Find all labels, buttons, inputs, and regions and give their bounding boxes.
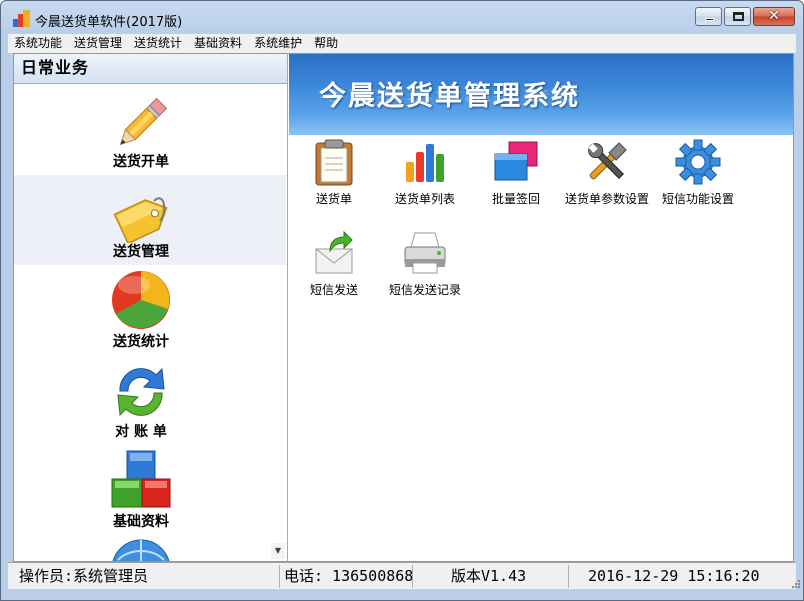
menu-delivery-manage[interactable]: 送货管理: [68, 34, 128, 53]
gear-icon: [675, 139, 721, 185]
maximize-button[interactable]: [724, 7, 751, 26]
func-sms-records[interactable]: 短信发送记录: [370, 229, 480, 305]
nav-item-delivery-stats[interactable]: 送货统计: [14, 265, 286, 355]
func-label: 短信功能设置: [661, 192, 734, 206]
tag-icon: [113, 197, 168, 243]
blocks-icon: [111, 450, 171, 508]
status-version: 版本V1.43: [451, 567, 527, 585]
status-bar: 操作员:系统管理员 电话: 136500868 版本V1.43 2016-12-…: [8, 562, 796, 589]
left-nav-panel: 日常业务 送货开单 送货管理 送货统计 对 账 单 基础资料 ▼: [14, 54, 288, 561]
banner-title-reflection: 今晨送货单管理系统: [319, 87, 580, 103]
app-logo-icon: [13, 10, 30, 27]
nav-item-create-delivery[interactable]: 送货开单: [14, 85, 286, 175]
nav-label: 送货统计: [113, 334, 169, 350]
func-sms-settings[interactable]: 短信功能设置: [643, 138, 753, 214]
client-area: 日常业务 送货开单 送货管理 送货统计 对 账 单 基础资料 ▼ 今晨送货单管理…: [13, 53, 794, 562]
function-panel: 今晨送货单管理系统 今晨送货单管理系统 送货单 送货单列表 批量签回 送货单参数…: [289, 54, 793, 561]
maximize-icon: [733, 12, 744, 21]
window-title: 今晨送货单软件(2017版): [35, 15, 183, 30]
menu-base-data[interactable]: 基础资料: [188, 34, 248, 53]
printer-icon: [404, 232, 446, 274]
globe-icon[interactable]: [110, 538, 172, 561]
system-banner: 今晨送货单管理系统 今晨送货单管理系统: [289, 54, 793, 135]
left-panel-header: 日常业务: [14, 54, 287, 84]
resize-grip-icon[interactable]: [791, 579, 801, 589]
status-datetime: 2016-12-29 15:16:20: [588, 567, 760, 585]
envelope-send-icon: [315, 230, 353, 274]
status-operator: 操作员:系统管理员: [19, 567, 149, 585]
close-button[interactable]: ✕: [753, 7, 795, 26]
refresh-arrows-icon: [117, 367, 165, 417]
nav-label: 对 账 单: [115, 424, 167, 440]
menu-bar: 系统功能 送货管理 送货统计 基础资料 系统维护 帮助: [8, 34, 796, 53]
menu-help[interactable]: 帮助: [308, 34, 344, 53]
close-icon: ✕: [768, 8, 780, 24]
menu-maintenance[interactable]: 系统维护: [248, 34, 308, 53]
scroll-down-button[interactable]: ▼: [271, 543, 285, 559]
minimize-icon: [705, 18, 714, 21]
clipboard-icon: [315, 139, 353, 186]
nav-label: 送货开单: [113, 154, 169, 170]
menu-system[interactable]: 系统功能: [8, 34, 68, 53]
status-phone: 电话: 136500868: [284, 567, 412, 585]
windows-icon: [494, 141, 538, 181]
bar-chart-icon: [406, 144, 444, 182]
menu-delivery-stats[interactable]: 送货统计: [128, 34, 188, 53]
nav-item-delivery-manage[interactable]: 送货管理: [14, 175, 286, 265]
nav-label: 基础资料: [113, 514, 169, 530]
func-label: 短信发送记录: [388, 283, 461, 297]
nav-label: 送货管理: [113, 244, 169, 260]
pencil-icon: [119, 97, 168, 146]
app-window: 今晨送货单软件(2017版) ✕ 系统功能 送货管理 送货统计 基础资料 系统维…: [0, 0, 804, 601]
title-bar[interactable]: 今晨送货单软件(2017版) ✕: [1, 1, 803, 33]
nav-item-statement[interactable]: 对 账 单: [14, 355, 286, 445]
pie-chart-icon: [112, 271, 170, 329]
nav-item-base-data[interactable]: 基础资料: [14, 445, 286, 535]
tools-icon: [588, 142, 627, 180]
minimize-button[interactable]: [695, 7, 722, 26]
